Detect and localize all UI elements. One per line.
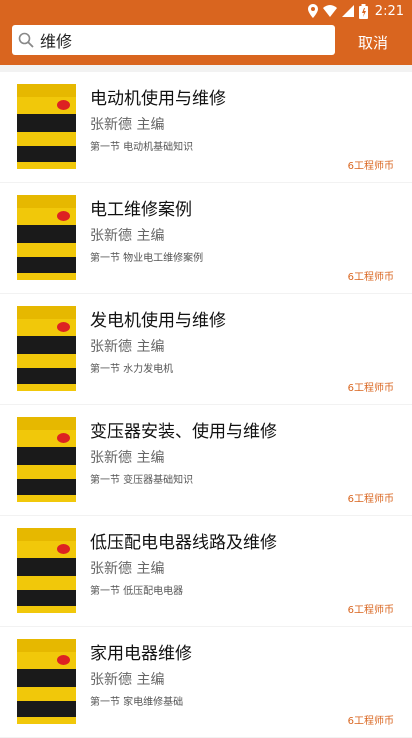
book-author: 张新德 主编	[90, 339, 165, 355]
book-title: 电工维修案例	[90, 200, 192, 220]
book-price: 6工程师币	[347, 716, 394, 727]
battery-icon	[358, 3, 368, 19]
search-input[interactable]	[40, 26, 335, 54]
cancel-button[interactable]: 取消	[358, 32, 388, 53]
book-cover	[17, 306, 76, 391]
book-item[interactable]: 家用电器维修 张新德 主编 第一节 家电维修基础 6工程师币	[0, 627, 412, 737]
signal-icon	[341, 5, 354, 17]
book-chapter: 第一节 物业电工维修案例	[90, 253, 204, 264]
search-icon	[18, 32, 34, 48]
book-cover	[17, 639, 76, 724]
book-title: 家用电器维修	[90, 644, 192, 664]
book-cover	[17, 417, 76, 502]
book-price: 6工程师币	[347, 494, 394, 505]
book-item[interactable]: 电工维修案例 张新德 主编 第一节 物业电工维修案例 6工程师币	[0, 183, 412, 293]
book-chapter: 第一节 变压器基础知识	[90, 475, 194, 486]
book-cover	[17, 195, 76, 280]
book-item[interactable]: 低压配电电器线路及维修 张新德 主编 第一节 低压配电电器 6工程师币	[0, 516, 412, 626]
book-title: 发电机使用与维修	[90, 311, 226, 331]
book-chapter: 第一节 水力发电机	[90, 364, 174, 375]
status-time: 2:21	[374, 3, 404, 19]
book-title: 低压配电电器线路及维修	[90, 533, 277, 553]
search-box[interactable]	[12, 25, 335, 55]
book-author: 张新德 主编	[90, 672, 165, 688]
book-author: 张新德 主编	[90, 450, 165, 466]
book-item[interactable]: 电动机使用与维修 张新德 主编 第一节 电动机基础知识 6工程师币	[0, 72, 412, 182]
book-price: 6工程师币	[347, 605, 394, 616]
book-item[interactable]: 变压器安装、使用与维修 张新德 主编 第一节 变压器基础知识 6工程师币	[0, 405, 412, 515]
book-author: 张新德 主编	[90, 117, 165, 133]
book-price: 6工程师币	[347, 383, 394, 394]
status-bar: 2:21	[0, 0, 412, 22]
book-chapter: 第一节 低压配电电器	[90, 586, 184, 597]
book-list: 电动机使用与维修 张新德 主编 第一节 电动机基础知识 6工程师币 电工维修案例…	[0, 72, 412, 738]
book-cover	[17, 84, 76, 169]
wifi-icon	[322, 5, 337, 17]
book-title: 变压器安装、使用与维修	[90, 422, 277, 442]
book-price: 6工程师币	[347, 161, 394, 172]
book-item[interactable]: 发电机使用与维修 张新德 主编 第一节 水力发电机 6工程师币	[0, 294, 412, 404]
book-price: 6工程师币	[347, 272, 394, 283]
book-chapter: 第一节 电动机基础知识	[90, 142, 194, 153]
location-icon	[307, 4, 318, 18]
book-title: 电动机使用与维修	[90, 89, 226, 109]
book-author: 张新德 主编	[90, 228, 165, 244]
book-author: 张新德 主编	[90, 561, 165, 577]
book-cover	[17, 528, 76, 613]
book-chapter: 第一节 家电维修基础	[90, 697, 184, 708]
